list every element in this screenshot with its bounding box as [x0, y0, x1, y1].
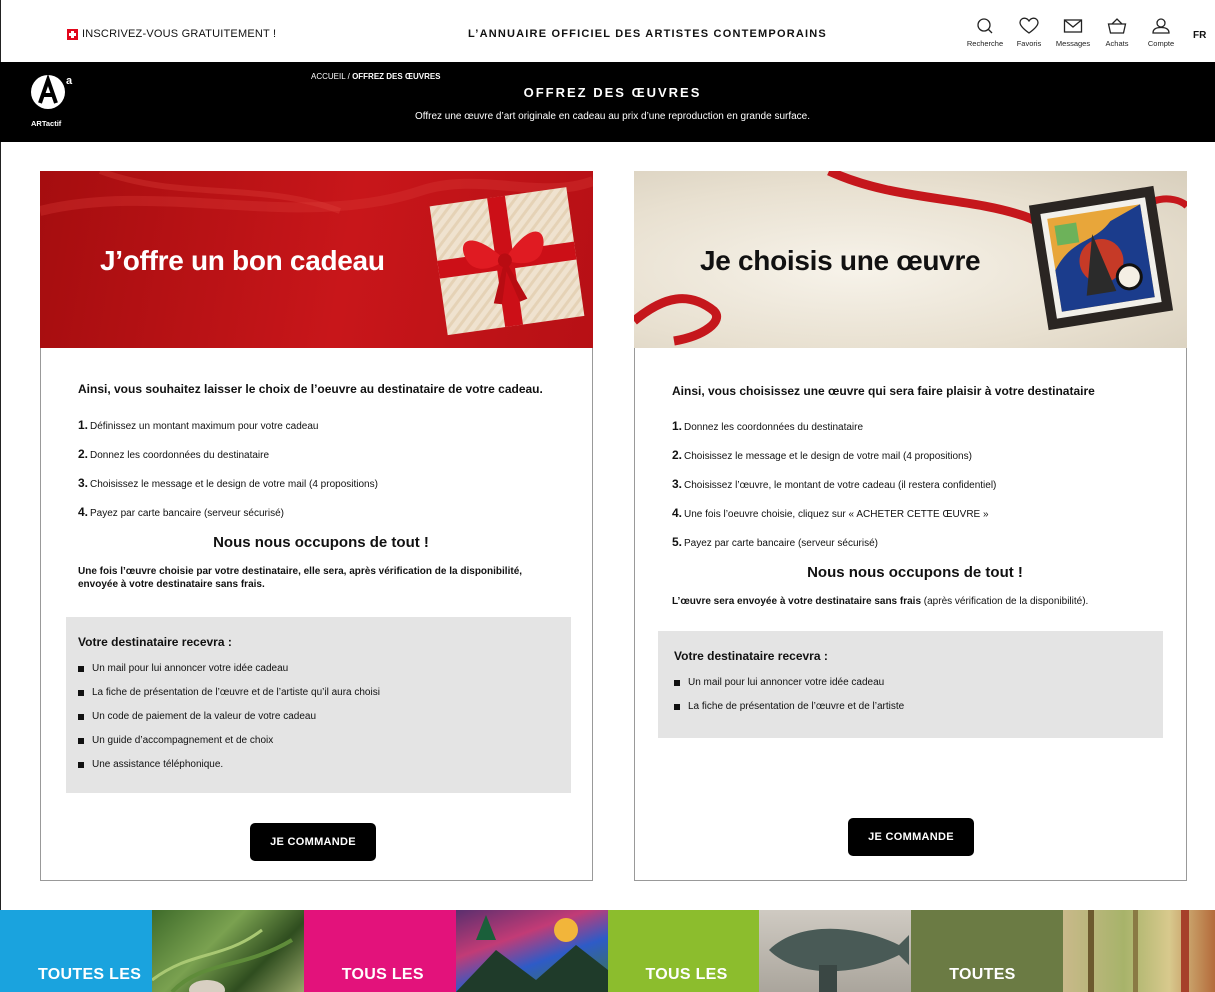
- choose-artwork-note: L’œuvre sera envoyée à votre destinatair…: [672, 596, 1089, 607]
- gift-voucher-recipient-box: Votre destinataire recevra : Un mail pou…: [66, 617, 571, 793]
- category-tile-1[interactable]: TOUTES LES: [0, 910, 152, 992]
- gift-voucher-subtitle: Nous nous occupons de tout !: [213, 534, 429, 551]
- list-item: La fiche de présentation de l’œuvre et d…: [674, 701, 1147, 712]
- language-switch[interactable]: FR: [1193, 30, 1206, 41]
- nav-purchases-label: Achats: [1105, 39, 1129, 48]
- step-item: 4. Payez par carte bancaire (serveur sécu…: [78, 505, 284, 519]
- gift-voucher-card: J’offre un bon cadeau Ainsi, vous souhai…: [40, 171, 593, 881]
- gift-voucher-lead: Ainsi, vous souhaitez laisser le choix d…: [78, 382, 543, 396]
- list-item: Un code de paiement de la valeur de votr…: [78, 711, 559, 722]
- step-item: 4. Une fois l’oeuvre choisie, cliquez sur…: [672, 506, 989, 520]
- order-voucher-button[interactable]: JE COMMANDE: [250, 823, 376, 861]
- forest-image: [1088, 910, 1190, 992]
- step-item: 2. Choisissez le message et le design de …: [672, 448, 972, 462]
- category-tile-2[interactable]: TOUS LES: [303, 910, 456, 992]
- painting-image: [455, 915, 608, 992]
- category-image-painting[interactable]: [455, 910, 608, 992]
- basket-icon: [1107, 18, 1127, 34]
- nav-favorites[interactable]: Favoris: [1007, 17, 1051, 48]
- step-item: 1. Définissez un montant maximum pour vot…: [78, 418, 319, 432]
- step-item: 3. Choisissez le message et le design de …: [78, 476, 378, 490]
- step-item: 1. Donnez les coordonnées du destinataire: [672, 419, 864, 433]
- fern-image: [151, 928, 293, 992]
- choose-artwork-lead: Ainsi, vous choisissez une œuvre qui ser…: [672, 384, 1095, 398]
- page-header: a ARTactif ACCUEIL / OFFREZ DES ŒUVRES O…: [0, 62, 1215, 142]
- nav-messages[interactable]: Messages: [1051, 17, 1095, 48]
- choose-artwork-subtitle: Nous nous occupons de tout !: [807, 564, 1023, 581]
- recipient-title: Votre destinataire recevra :: [78, 635, 232, 649]
- category-image-sculpture[interactable]: [759, 910, 912, 992]
- gift-voucher-steps: 1. Définissez un montant maximum pour vot…: [78, 418, 564, 519]
- category-image-forest[interactable]: [1063, 910, 1215, 992]
- nav-purchases[interactable]: Achats: [1095, 17, 1139, 48]
- step-item: 2. Donnez les coordonnées du destinataire: [78, 447, 270, 461]
- recipient-title: Votre destinataire recevra :: [674, 649, 828, 663]
- category-label: TOUTES: [949, 966, 1016, 983]
- signup-link[interactable]: INSCRIVEZ-VOUS GRATUITEMENT !: [67, 28, 276, 40]
- nav-search-label: Recherche: [966, 39, 1004, 48]
- category-image-ferns[interactable]: [151, 910, 304, 992]
- recipient-list: Un mail pour lui annoncer votre idée cad…: [78, 663, 559, 770]
- breadcrumb: ACCUEIL / OFFREZ DES ŒUVRES: [311, 72, 441, 81]
- framed-artwork-icon: [1028, 185, 1174, 331]
- list-item: Une assistance téléphonique.: [78, 759, 559, 770]
- breadcrumb-home[interactable]: ACCUEIL: [311, 72, 345, 81]
- gift-voucher-note: Une fois l’œuvre choisie par votre desti…: [78, 566, 523, 590]
- user-icon: [1152, 18, 1170, 34]
- heart-icon: [1019, 17, 1039, 34]
- nav-account[interactable]: Compte: [1139, 17, 1183, 48]
- user-nav: Recherche Favoris Messages Achats Compte: [963, 17, 1183, 48]
- nav-messages-label: Messages: [1055, 39, 1091, 48]
- artactif-logo[interactable]: a ARTactif: [30, 72, 76, 132]
- category-strip: TOUTES LES TOUS LES TOUS LES TOUTES: [0, 910, 1215, 992]
- category-label: TOUTES LES: [38, 966, 142, 983]
- category-tile-4[interactable]: TOUTES: [911, 910, 1064, 992]
- choose-artwork-steps: 1. Donnez les coordonnées du destinataire…: [672, 419, 1158, 549]
- signup-label: INSCRIVEZ-VOUS GRATUITEMENT !: [82, 28, 277, 40]
- envelope-icon: [1063, 19, 1083, 33]
- page-title: OFFREZ DES ŒUVRES: [523, 85, 702, 100]
- category-label: TOUS LES: [645, 966, 728, 983]
- top-bar: INSCRIVEZ-VOUS GRATUITEMENT ! L’ANNUAIRE…: [0, 0, 1215, 62]
- choose-artwork-title: Je choisis une œuvre: [700, 245, 981, 276]
- swiss-flag-icon: [67, 28, 78, 40]
- gift-box-icon: [429, 187, 585, 336]
- choose-artwork-content: Ainsi, vous choisissez une œuvre qui ser…: [672, 384, 1158, 608]
- breadcrumb-current: OFFREZ DES ŒUVRES: [352, 72, 441, 81]
- list-item: Un mail pour lui annoncer votre idée cad…: [674, 677, 1147, 688]
- gift-voucher-content: Ainsi, vous souhaitez laisser le choix d…: [78, 382, 564, 591]
- step-item: 3. Choisissez l’œuvre, le montant de votr…: [672, 477, 997, 491]
- step-item: 5. Payez par carte bancaire (serveur sécu…: [672, 535, 878, 549]
- nav-favorites-label: Favoris: [1016, 39, 1042, 48]
- recipient-list: Un mail pour lui annoncer votre idée cad…: [674, 677, 1147, 712]
- choose-artwork-banner: Je choisis une œuvre: [634, 171, 1187, 348]
- gift-voucher-banner: J’offre un bon cadeau: [40, 171, 593, 348]
- list-item: La fiche de présentation de l’œuvre et d…: [78, 687, 559, 698]
- sculpture-image: [769, 928, 910, 992]
- page-left-border: [0, 142, 1, 912]
- search-icon: [977, 18, 993, 34]
- list-item: Un guide d’accompagnement et de choix: [78, 735, 559, 746]
- page-subtitle: Offrez une œuvre d’art originale en cade…: [414, 111, 811, 122]
- choose-artwork-card: Je choisis une œuvre Ainsi, vous choisis…: [634, 171, 1187, 881]
- choose-artwork-recipient-box: Votre destinataire recevra : Un mail pou…: [658, 631, 1163, 738]
- category-label: TOUS LES: [341, 966, 424, 983]
- nav-search[interactable]: Recherche: [963, 17, 1007, 48]
- list-item: Un mail pour lui annoncer votre idée cad…: [78, 663, 559, 674]
- site-tagline: L’ANNUAIRE OFFICIEL DES ARTISTES CONTEMP…: [468, 28, 827, 40]
- nav-account-label: Compte: [1147, 39, 1175, 48]
- category-tile-3[interactable]: TOUS LES: [607, 910, 760, 992]
- order-artwork-button[interactable]: JE COMMANDE: [848, 818, 974, 856]
- gift-voucher-title: J’offre un bon cadeau: [100, 245, 385, 276]
